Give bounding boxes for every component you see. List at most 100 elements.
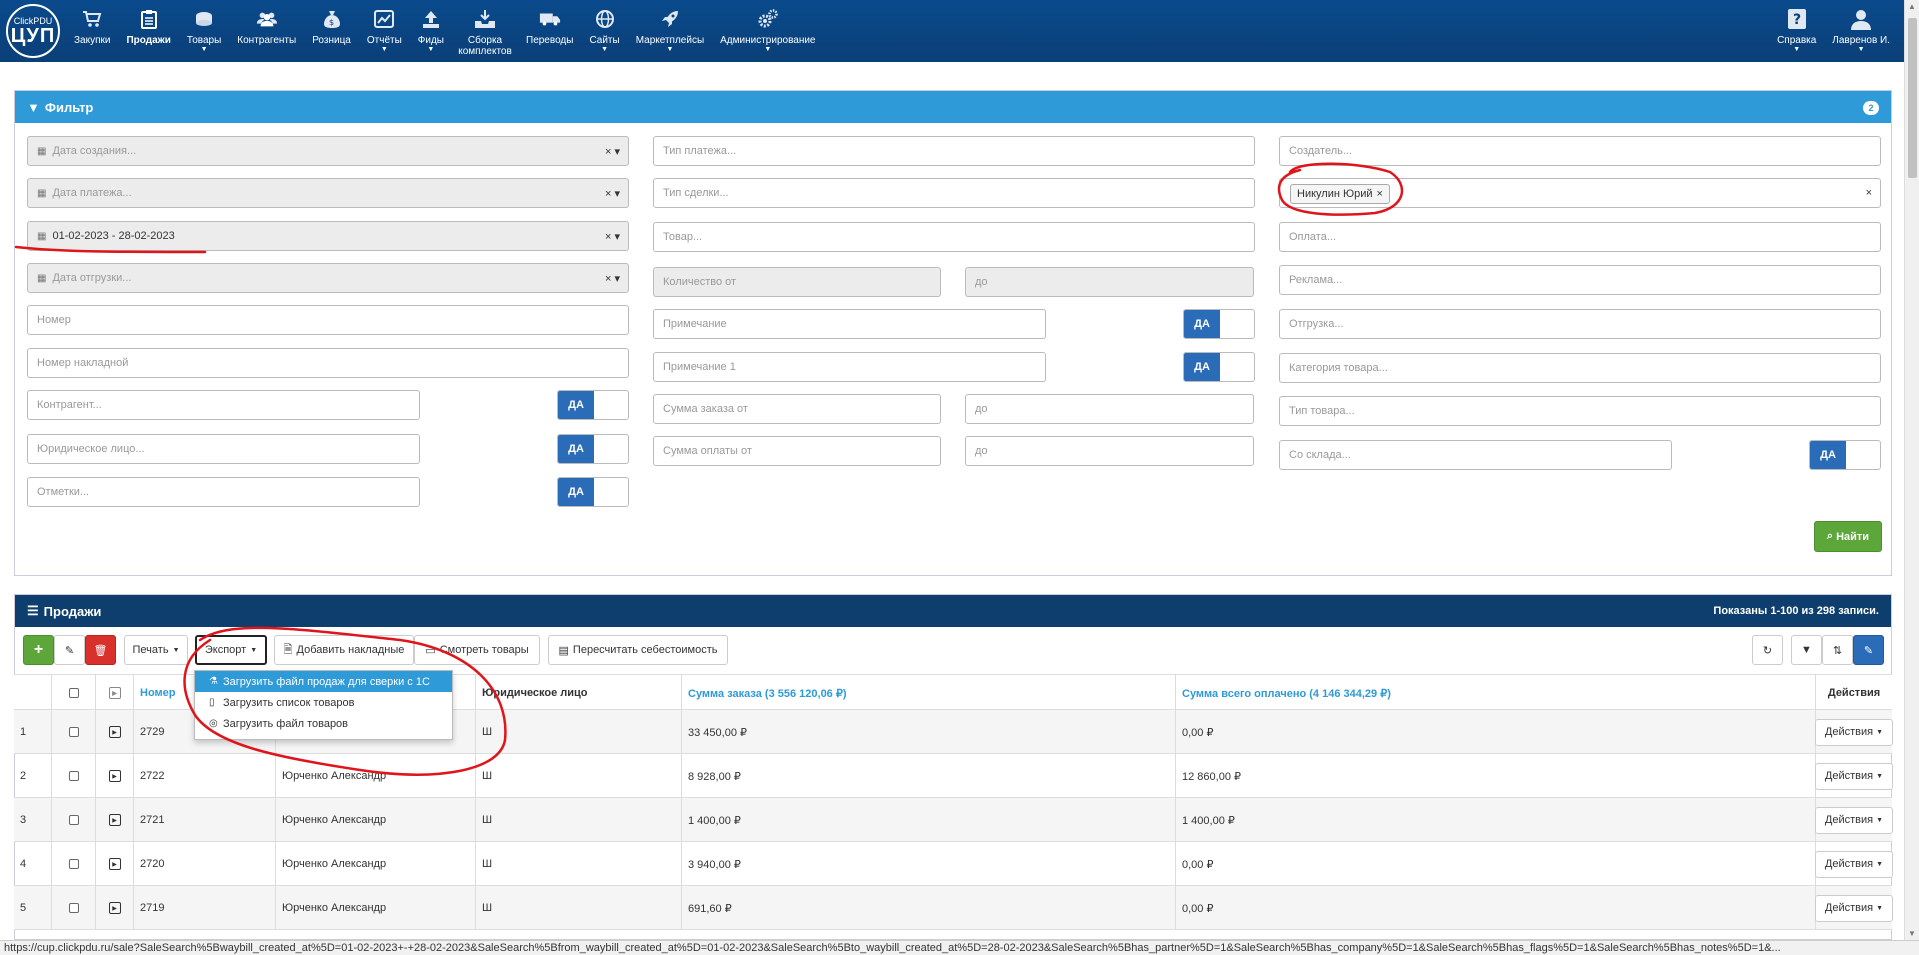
nav-purchases[interactable]: Закупки	[66, 0, 118, 62]
creator-tag[interactable]: Никулин Юрий ×	[1290, 184, 1390, 204]
legal-column-header[interactable]: Юридическое лицо	[476, 675, 682, 711]
nav-sites[interactable]: Сайты ▼	[581, 0, 627, 62]
print-button[interactable]: Печать ▼	[124, 635, 188, 665]
sort-button[interactable]: ⇅	[1822, 635, 1853, 665]
row-actions-button[interactable]: Действия ▼	[1814, 806, 1894, 834]
row-actions-button[interactable]: Действия ▼	[1814, 718, 1894, 746]
category-select[interactable]: Категория товара...	[1279, 353, 1881, 383]
export-menu-item-list[interactable]: ▯ Загрузить список товаров	[195, 692, 452, 713]
nav-reports[interactable]: Отчёты ▼	[359, 0, 410, 62]
view-row-icon[interactable]: ▶	[108, 770, 121, 782]
warehouse-toggle[interactable]: ДА	[1809, 440, 1881, 470]
note-toggle[interactable]: ДА	[1183, 309, 1255, 339]
invoice-number-input[interactable]: Номер накладной	[27, 348, 629, 378]
ads-select[interactable]: Реклама...	[1279, 265, 1881, 295]
nav-admin[interactable]: Администрирование ▼	[712, 0, 823, 62]
order-sum-column-header[interactable]: Сумма заказа (3 556 120,06 ₽)	[682, 675, 1176, 711]
table-row[interactable]: 3 ▶ 2721 Юрченко Александр Ш 1 400,00 ₽ …	[14, 798, 1894, 842]
settings-button[interactable]: ✎	[1853, 635, 1884, 665]
logo[interactable]: ClickPDU ЦУП	[0, 0, 66, 62]
view-row-icon[interactable]: ▶	[108, 726, 121, 738]
row-checkbox[interactable]	[68, 771, 79, 781]
warehouse-select[interactable]: Со склада...	[1279, 440, 1672, 470]
recalc-button[interactable]: ▤ Пересчитать себестоимость	[548, 635, 728, 665]
legal-entity-select[interactable]: Юридическое лицо...	[27, 434, 420, 464]
creator-select[interactable]: Создатель...	[1279, 136, 1881, 166]
view-row-icon[interactable]: ▶	[108, 814, 121, 826]
scroll-down-icon[interactable]: ▼	[1908, 929, 1916, 938]
counterparty-select[interactable]: Контрагент...	[27, 390, 420, 420]
select-all-header[interactable]	[52, 675, 96, 711]
pay-sum-to-input[interactable]: до	[965, 436, 1254, 466]
deal-type-select[interactable]: Тип сделки...	[653, 178, 1255, 208]
table-row[interactable]: 5 ▶ 2719 Юрченко Александр Ш 691,60 ₽ 0,…	[14, 886, 1894, 930]
edit-button[interactable]: ✎	[54, 635, 85, 665]
row-checkbox[interactable]	[68, 859, 79, 869]
nav-feeds[interactable]: Фиды ▼	[410, 0, 452, 62]
note1-input[interactable]: Примечание 1	[653, 352, 1046, 382]
clear-caret-icon[interactable]: × ▾	[605, 272, 620, 285]
product-select[interactable]: Товар...	[653, 222, 1255, 252]
payment-type-select[interactable]: Тип платежа...	[653, 136, 1255, 166]
marks-toggle[interactable]: ДА	[557, 477, 629, 507]
table-row[interactable]: 4 ▶ 2720 Юрченко Александр Ш 3 940,00 ₽ …	[14, 842, 1894, 886]
filter-panel-header[interactable]: ▼ Фильтр 2	[15, 91, 1891, 123]
row-actions-button[interactable]: Действия ▼	[1814, 850, 1894, 878]
row-checkbox[interactable]	[68, 903, 79, 913]
add-button[interactable]: +	[23, 635, 54, 665]
refresh-button[interactable]: ↻	[1752, 635, 1783, 665]
view-products-button[interactable]: ▭ Смотреть товары	[414, 635, 540, 665]
row-actions-button[interactable]: Действия ▼	[1814, 894, 1894, 922]
clear-caret-icon[interactable]: × ▾	[605, 187, 620, 200]
clear-caret-icon[interactable]: × ▾	[605, 230, 620, 243]
row-checkbox[interactable]	[68, 815, 79, 825]
nav-counterparties[interactable]: Контрагенты	[229, 0, 304, 62]
select-all-checkbox[interactable]	[68, 688, 79, 698]
paid-sum-column-header[interactable]: Сумма всего оплачено (4 146 344,29 ₽)	[1176, 675, 1816, 711]
shipment-select[interactable]: Отгрузка...	[1279, 309, 1881, 339]
export-menu-item-1c[interactable]: ⚗ Загрузить файл продаж для сверки с 1С	[195, 671, 452, 692]
filter-toggle-button[interactable]: ▼	[1791, 635, 1822, 665]
scrollbar-thumb[interactable]	[1908, 18, 1917, 178]
row-actions-button[interactable]: Действия ▼	[1814, 762, 1894, 790]
view-row-icon[interactable]: ▶	[108, 858, 121, 870]
marks-select[interactable]: Отметки...	[27, 477, 420, 507]
clear-icon[interactable]: ×	[1866, 187, 1872, 199]
remove-tag-icon[interactable]: ×	[1377, 188, 1383, 200]
created-date-field[interactable]: ▦ Дата создания... × ▾	[27, 136, 629, 166]
order-sum-to-input[interactable]: до	[965, 394, 1254, 424]
number-input[interactable]: Номер	[27, 305, 629, 335]
product-type-select[interactable]: Тип товара...	[1279, 396, 1881, 426]
table-row[interactable]: 2 ▶ 2722 Юрченко Александр Ш 8 928,00 ₽ …	[14, 754, 1894, 798]
scroll-up-icon[interactable]: ▲	[1908, 2, 1916, 11]
nav-transfers[interactable]: Переводы	[518, 0, 581, 62]
qty-from-input[interactable]: Количество от	[653, 267, 941, 297]
clear-caret-icon[interactable]: × ▾	[605, 145, 620, 158]
nav-user[interactable]: Лавренов И. ▼	[1824, 0, 1904, 62]
note1-toggle[interactable]: ДА	[1183, 352, 1255, 382]
nav-sales[interactable]: Продажи	[118, 0, 178, 62]
find-button[interactable]: ⌕ Найти	[1814, 521, 1882, 552]
nav-retail[interactable]: $ Розница	[304, 0, 359, 62]
payment-select[interactable]: Оплата...	[1279, 222, 1881, 252]
nav-kits[interactable]: Сборка комплектов	[452, 0, 518, 62]
export-button[interactable]: Экспорт ▼	[195, 635, 267, 665]
nav-products[interactable]: Товары ▼	[179, 0, 229, 62]
vertical-scrollbar[interactable]: ▲ ▼	[1904, 0, 1919, 940]
qty-to-input[interactable]: до	[965, 267, 1254, 297]
order-sum-from-input[interactable]: Сумма заказа от	[653, 394, 941, 424]
date-range-field[interactable]: ▦ 01-02-2023 - 28-02-2023 × ▾	[27, 221, 629, 251]
shipment-date-field[interactable]: ▦ Дата отгрузки... × ▾	[27, 263, 629, 293]
counterparty-toggle[interactable]: ДА	[557, 390, 629, 420]
nav-help[interactable]: ? Справка ▼	[1769, 0, 1824, 62]
export-menu-item-file[interactable]: ◎ Загрузить файл товаров	[195, 713, 452, 734]
delete-button[interactable]: 🗑	[85, 635, 116, 665]
row-checkbox[interactable]	[68, 727, 79, 737]
view-row-icon[interactable]: ▶	[108, 902, 121, 914]
nav-marketplaces[interactable]: Маркетплейсы ▼	[628, 0, 712, 62]
payment-date-field[interactable]: ▦ Дата платежа... × ▾	[27, 178, 629, 208]
note-input[interactable]: Примечание	[653, 309, 1046, 339]
pay-sum-from-input[interactable]: Сумма оплаты от	[653, 436, 941, 466]
add-invoices-button[interactable]: 🗎 Добавить накладные	[274, 635, 414, 665]
legal-entity-toggle[interactable]: ДА	[557, 434, 629, 464]
